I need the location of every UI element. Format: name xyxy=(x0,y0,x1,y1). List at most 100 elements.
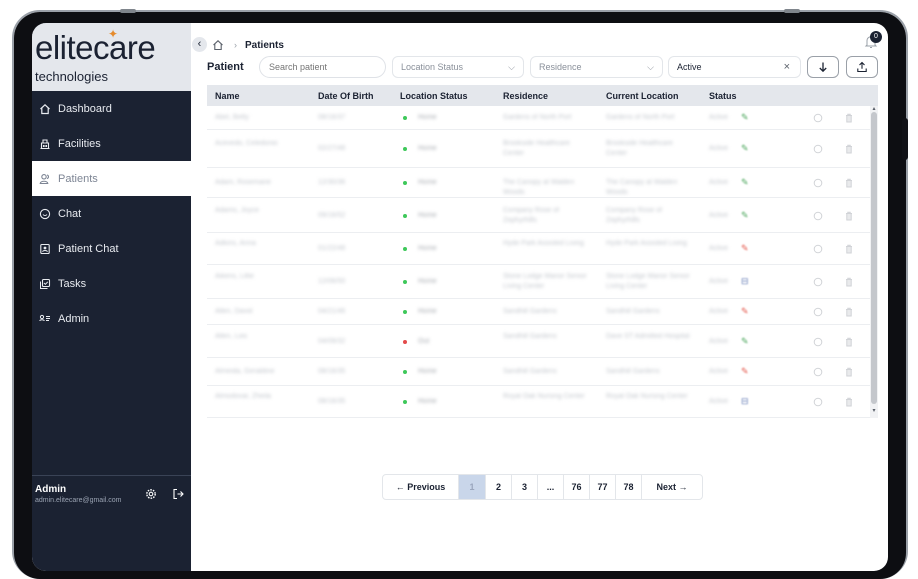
column-header[interactable]: Name xyxy=(215,91,240,101)
sidebar-item-patients[interactable]: Patients xyxy=(32,161,191,196)
patient-name[interactable]: Almodovar, Zheila xyxy=(215,392,305,402)
next-page-button[interactable]: Next → xyxy=(642,475,702,499)
sidebar-item-label: Tasks xyxy=(58,277,87,290)
page-button[interactable]: 76 xyxy=(564,475,590,499)
patient-name[interactable]: Adam, Rosemarie xyxy=(215,178,305,188)
patient-name[interactable]: Allen, Lois xyxy=(215,332,305,342)
patient-name[interactable]: Adkins, Anna xyxy=(215,239,305,249)
chat-icon[interactable] xyxy=(813,244,823,254)
cell-loc: Home xyxy=(418,278,437,285)
pencil-icon[interactable]: ✎ xyxy=(741,306,749,317)
cell-res: Hyde Park Assisted Living xyxy=(503,240,584,247)
trash-icon[interactable] xyxy=(844,113,854,123)
sidebar-item-dashboard[interactable]: Dashboard xyxy=(32,91,191,126)
patient-name[interactable]: Adams, Joyce xyxy=(215,206,305,216)
chat-icon[interactable] xyxy=(813,307,823,317)
patient-name[interactable]: Abel, Betty xyxy=(215,113,305,123)
location-status-dot xyxy=(403,339,407,344)
pencil-icon[interactable]: ✎ xyxy=(741,336,749,347)
sidebar-nav: Dashboard Facilities Patients Chat Patie… xyxy=(32,91,191,336)
trash-icon[interactable] xyxy=(844,244,854,254)
page-button[interactable]: 1 xyxy=(459,475,486,499)
trash-icon[interactable] xyxy=(844,397,854,407)
trash-icon[interactable] xyxy=(844,337,854,347)
clipboard-icon[interactable]: ⊟ xyxy=(741,276,749,287)
table-row[interactable]: Almodovar, Zheila 08/16/35 Home Royal Oak N… xyxy=(207,386,870,418)
logo: elitecare ✦ technologies xyxy=(32,23,191,91)
clipboard-icon[interactable]: ⊟ xyxy=(741,396,749,407)
chevron-down-icon: ⌵ xyxy=(647,62,654,72)
gear-icon[interactable] xyxy=(145,488,157,500)
cell-dob: 08/16/35 xyxy=(318,398,346,405)
previous-page-button[interactable]: ← Previous xyxy=(383,475,459,499)
pencil-icon[interactable]: ✎ xyxy=(741,366,749,377)
table-row[interactable]: Abel, Betty 08/16/37 Home Gardens of North … xyxy=(207,106,870,130)
sidebar-item-chat[interactable]: Chat xyxy=(32,196,191,231)
scrollbar-thumb[interactable] xyxy=(871,112,877,404)
patient-name[interactable]: Acevedo, Celedonio xyxy=(215,139,305,149)
page-button[interactable]: 77 xyxy=(590,475,616,499)
table-row[interactable]: Allen, David 04/21/46 Home Sandhill Gardens… xyxy=(207,299,870,325)
pencil-icon[interactable]: ✎ xyxy=(741,143,749,154)
table-row[interactable]: Adams, Joyce 09/16/52 Home Company Rose of … xyxy=(207,198,870,233)
cell-dob: 01/22/48 xyxy=(318,245,346,252)
trash-icon[interactable] xyxy=(844,307,854,317)
column-header[interactable]: Date Of Birth xyxy=(318,91,374,101)
sidebar-item-facilities[interactable]: Facilities xyxy=(32,126,191,161)
table-row[interactable]: Acevedo, Celedonio 02/27/48 Home Brookside … xyxy=(207,130,870,168)
patient-name[interactable]: Allen, David xyxy=(215,307,305,317)
page-button[interactable]: 3 xyxy=(512,475,538,499)
sidebar-item-patient-chat[interactable]: Patient Chat xyxy=(32,231,191,266)
chat-icon[interactable] xyxy=(813,337,823,347)
chat-icon[interactable] xyxy=(813,144,823,154)
location-status-select[interactable]: Location Status ⌵ xyxy=(392,56,524,78)
table-row[interactable]: Adkins, Anna 01/22/48 Home Hyde Park Assist… xyxy=(207,233,870,265)
page-button[interactable]: 2 xyxy=(486,475,512,499)
chat-icon[interactable] xyxy=(813,211,823,221)
chat-icon[interactable] xyxy=(813,113,823,123)
table-row[interactable]: Adam, Rosemarie 12/30/36 Home The Canopy at… xyxy=(207,168,870,198)
trash-icon[interactable] xyxy=(844,211,854,221)
column-header[interactable]: Current Location xyxy=(606,91,679,101)
pencil-icon[interactable]: ✎ xyxy=(741,210,749,221)
trash-icon[interactable] xyxy=(844,144,854,154)
column-header[interactable]: Status xyxy=(709,91,737,101)
chat-icon[interactable] xyxy=(813,178,823,188)
cell-dob: 02/27/48 xyxy=(318,145,346,152)
status-select[interactable]: Active × xyxy=(668,56,801,78)
table-row[interactable]: Almeida, Geraldine 08/16/35 Home Sandhill G… xyxy=(207,358,870,386)
scroll-down-icon[interactable]: ▾ xyxy=(871,408,877,414)
sidebar-item-tasks[interactable]: Tasks xyxy=(32,266,191,301)
download-button[interactable] xyxy=(807,56,839,78)
cell-status: Active xyxy=(709,398,729,405)
patient-name[interactable]: Almeida, Geraldine xyxy=(215,367,305,377)
sidebar-item-admin[interactable]: Admin xyxy=(32,301,191,336)
residence-select-value: Residence xyxy=(539,62,582,72)
home-icon[interactable] xyxy=(212,39,224,51)
clear-icon[interactable]: × xyxy=(784,57,790,77)
trash-icon[interactable] xyxy=(844,178,854,188)
patient-name[interactable]: Aikens, Lillie xyxy=(215,272,305,282)
collapse-sidebar-button[interactable]: ‹ xyxy=(192,37,207,52)
status-select-value: Active xyxy=(677,62,702,72)
chat-icon[interactable] xyxy=(813,367,823,377)
table-body: Abel, Betty 08/16/37 Home Gardens of North … xyxy=(207,106,870,418)
logout-icon[interactable] xyxy=(172,488,184,500)
trash-icon[interactable] xyxy=(844,277,854,287)
page-button[interactable]: 78 xyxy=(616,475,642,499)
export-button[interactable] xyxy=(846,56,878,78)
table-row[interactable]: Aikens, Lillie 12/06/50 Home Stone Lodge Ma… xyxy=(207,265,870,299)
column-header[interactable]: Location Status xyxy=(400,91,468,101)
chat-icon[interactable] xyxy=(813,397,823,407)
chat-icon[interactable] xyxy=(813,277,823,287)
column-header[interactable]: Residence xyxy=(503,91,548,101)
pencil-icon[interactable]: ✎ xyxy=(741,112,749,123)
search-input[interactable] xyxy=(259,56,386,78)
pencil-icon[interactable]: ✎ xyxy=(741,243,749,254)
table-scrollbar[interactable]: ▴ ▾ xyxy=(870,106,878,418)
trash-icon[interactable] xyxy=(844,367,854,377)
residence-select[interactable]: Residence ⌵ xyxy=(530,56,663,78)
table-row[interactable]: Allen, Lois 04/09/32 Out Sandhill Gardens Da… xyxy=(207,325,870,358)
previous-label: Previous xyxy=(407,482,446,492)
pencil-icon[interactable]: ✎ xyxy=(741,177,749,188)
